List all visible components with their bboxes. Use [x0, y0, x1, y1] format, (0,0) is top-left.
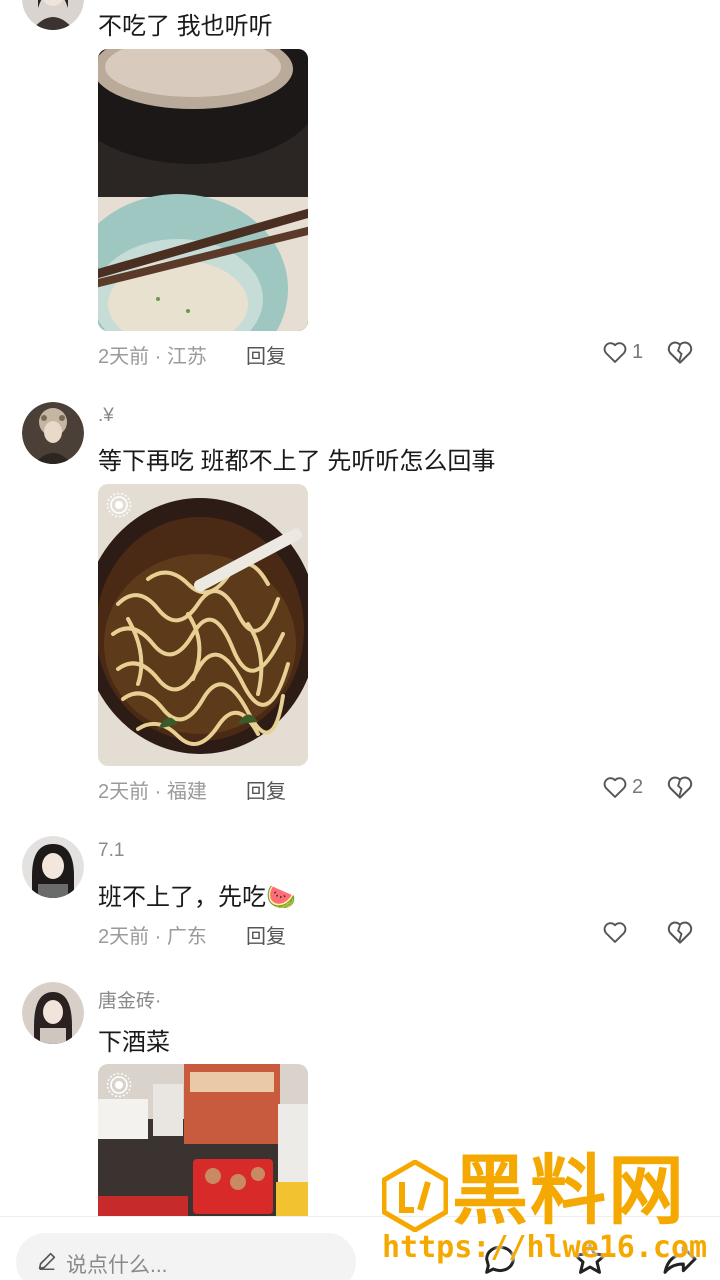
- comment-meta: 2天前 · 广东: [98, 926, 207, 948]
- comment-text: 等下再吃 班都不上了 先听听怎么回事: [98, 448, 496, 475]
- comment-meta: 2天前 · 江苏: [98, 346, 207, 368]
- like-button[interactable]: 2: [584, 771, 644, 803]
- broken-heart-icon[interactable]: [665, 772, 695, 802]
- reply-button[interactable]: 回复: [246, 920, 286, 949]
- watermelon-emoji: 🍉: [266, 884, 296, 911]
- input-placeholder: 说点什么...: [66, 1254, 168, 1277]
- broken-heart-icon[interactable]: [665, 917, 695, 947]
- comment-meta: 2天前 · 福建: [98, 781, 207, 803]
- comment-input[interactable]: 说点什么...: [16, 1233, 356, 1280]
- like-button[interactable]: 1: [584, 336, 644, 368]
- heart-icon: [603, 342, 627, 363]
- like-count: 2: [632, 775, 644, 798]
- avatar[interactable]: [22, 0, 84, 30]
- comment-text: 下酒菜: [98, 1029, 170, 1056]
- live-photo-icon: [106, 1072, 132, 1098]
- like-button[interactable]: [584, 916, 644, 948]
- username[interactable]: 唐金砖·: [98, 986, 161, 1013]
- reply-button[interactable]: 回复: [246, 340, 286, 369]
- avatar[interactable]: [22, 982, 84, 1044]
- username[interactable]: 7.1: [98, 840, 124, 862]
- like-count: 1: [632, 340, 644, 363]
- comment-text-content: 班不上了，先吃: [98, 884, 266, 911]
- comment-photo[interactable]: [98, 1064, 308, 1224]
- comment-text: 不吃了 我也听听: [98, 13, 273, 40]
- broken-heart-icon[interactable]: [665, 337, 695, 367]
- username[interactable]: .¥: [98, 405, 114, 427]
- heart-icon: [603, 777, 627, 798]
- reply-button[interactable]: 回复: [246, 775, 286, 804]
- avatar[interactable]: [22, 836, 84, 898]
- live-photo-icon: [106, 492, 132, 518]
- pen-icon: [38, 1252, 56, 1270]
- watermark-title: 黑料网: [452, 1149, 686, 1234]
- watermark-logo: [382, 1160, 448, 1232]
- comment-photo[interactable]: [98, 49, 308, 331]
- comment-photo[interactable]: [98, 484, 308, 766]
- avatar[interactable]: [22, 402, 84, 464]
- watermark-url: https://hlwe16.com: [382, 1230, 708, 1265]
- comment-text: 班不上了，先吃🍉: [98, 877, 296, 912]
- heart-icon: [603, 922, 627, 943]
